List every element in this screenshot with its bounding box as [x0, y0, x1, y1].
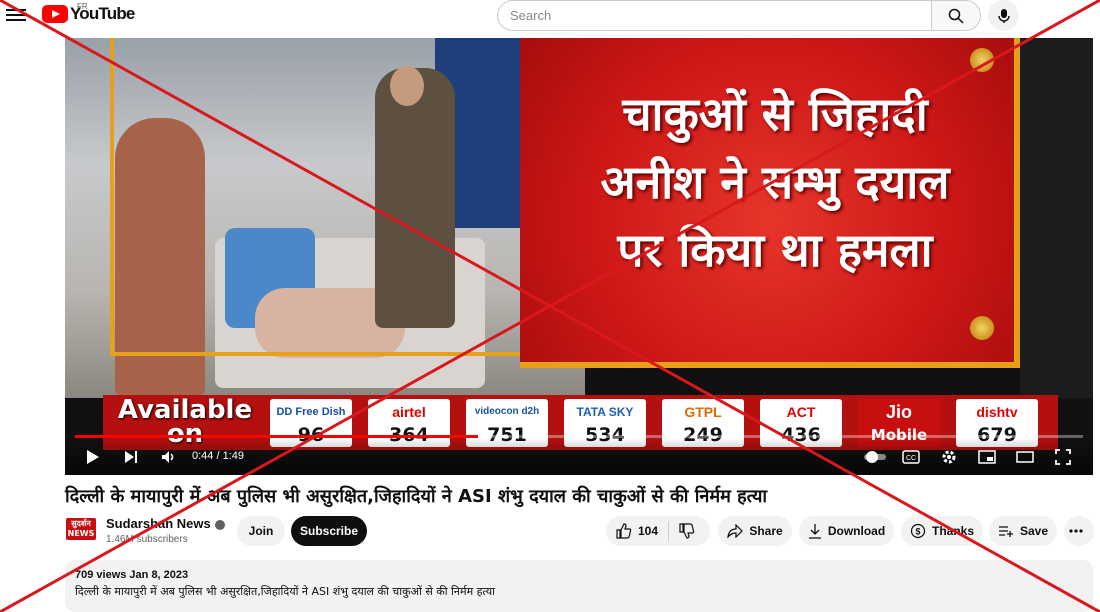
thumbs-down-icon [679, 523, 695, 539]
more-icon [1069, 529, 1083, 533]
description-text: दिल्ली के मायापुरी में अब पुलिस भी असुरक… [75, 585, 495, 598]
channel-logo: GTPL [684, 404, 722, 420]
miniplayer-button[interactable] [975, 446, 999, 468]
channel-logo: TATA SKY [576, 405, 634, 419]
search-icon [948, 8, 964, 24]
captions-icon: CC [902, 450, 920, 464]
play-button[interactable] [81, 446, 105, 468]
thanks-label: Thanks [931, 524, 974, 538]
download-label: Download [827, 524, 886, 538]
like-count: 104 [638, 524, 659, 538]
region-code: FR [77, 2, 88, 11]
video-player[interactable]: चाकुओं से जिहादी अनीश ने सम्भु दयाल पर क… [65, 38, 1093, 475]
screw-icon [970, 48, 994, 72]
video-frame-border [110, 38, 575, 356]
autoplay-toggle[interactable] [863, 446, 887, 468]
subtitles-button[interactable]: CC [899, 446, 923, 468]
time-display: 0:44 / 1:49 [192, 450, 244, 462]
download-button[interactable]: Download [799, 516, 894, 546]
settings-button[interactable] [937, 446, 961, 468]
video-scene-right [1020, 38, 1093, 398]
screw-icon [970, 316, 994, 340]
view-count-date: 709 views Jan 8, 2023 [75, 569, 189, 581]
fullscreen-button[interactable] [1051, 446, 1075, 468]
subscribe-button[interactable]: Subscribe [291, 516, 367, 546]
gear-icon [942, 450, 956, 464]
search-button[interactable] [931, 0, 981, 31]
headline-line: अनीश ने सम्भु दयाल [600, 155, 950, 209]
video-title: दिल्ली के मायापुरी में अब पुलिस भी असुरक… [65, 486, 768, 507]
save-label: Save [1019, 524, 1049, 538]
channel-avatar[interactable]: सुदर्शन NEWS [66, 518, 96, 540]
channel-name[interactable]: Sudarshan News [106, 516, 225, 531]
svg-text:CC: CC [906, 455, 916, 462]
search-input[interactable]: Search [497, 0, 931, 31]
next-button[interactable] [119, 446, 143, 468]
svg-text:$: $ [915, 527, 920, 537]
theater-icon [1016, 451, 1034, 463]
like-divider [668, 521, 670, 541]
share-button[interactable]: Share [718, 516, 792, 546]
channel-logo: Jio [885, 402, 912, 422]
top-bar: YouTube FR Search [0, 0, 1100, 34]
youtube-play-icon [42, 5, 68, 23]
channel-logo: ACT [786, 404, 816, 420]
next-icon [125, 451, 137, 463]
playlist-add-icon [998, 526, 1013, 537]
thumbs-up-icon [616, 523, 632, 539]
theater-mode-button[interactable] [1013, 446, 1037, 468]
mic-icon [997, 8, 1010, 23]
miniplayer-icon [978, 450, 996, 464]
download-icon [808, 524, 821, 539]
share-label: Share [749, 524, 783, 538]
verified-icon [214, 519, 225, 530]
menu-icon[interactable] [6, 6, 26, 24]
thanks-icon: $ [910, 523, 926, 539]
autoplay-icon [864, 451, 886, 463]
save-button[interactable]: Save [989, 516, 1057, 546]
channel-logo: dishtv [976, 404, 1018, 420]
volume-button[interactable] [157, 446, 181, 468]
headline-line: चाकुओं से जिहादी [622, 87, 928, 141]
player-controls: 0:44 / 1:49 CC [65, 438, 1093, 475]
channel-logo: videocon d2h [474, 406, 540, 417]
channel-logo: DD Free Dish [276, 406, 346, 418]
like-button[interactable]: 104 [616, 523, 658, 539]
youtube-logo[interactable]: YouTube [42, 4, 135, 24]
join-button[interactable]: Join [237, 516, 285, 546]
description-box[interactable]: 709 views Jan 8, 2023 दिल्ली के मायापुरी… [65, 560, 1093, 612]
subscriber-count: 1.46M subscribers [106, 534, 188, 545]
dislike-button[interactable] [679, 523, 701, 539]
fullscreen-icon [1055, 449, 1071, 465]
search-bar: Search [497, 0, 981, 31]
channel-logo: airtel [392, 404, 426, 420]
voice-search-button[interactable] [988, 0, 1019, 31]
video-headline: चाकुओं से जिहादी अनीश ने सम्भु दयाल पर क… [535, 80, 1015, 284]
like-dislike-group: 104 [606, 516, 710, 546]
thanks-button[interactable]: $ Thanks [901, 516, 983, 546]
channel-name-text[interactable]: Sudarshan News [106, 516, 211, 531]
more-actions-button[interactable] [1064, 516, 1094, 546]
play-icon [87, 450, 99, 464]
volume-icon [162, 451, 174, 463]
headline-line: पर किया था हमला [617, 223, 933, 277]
share-icon [727, 524, 744, 538]
